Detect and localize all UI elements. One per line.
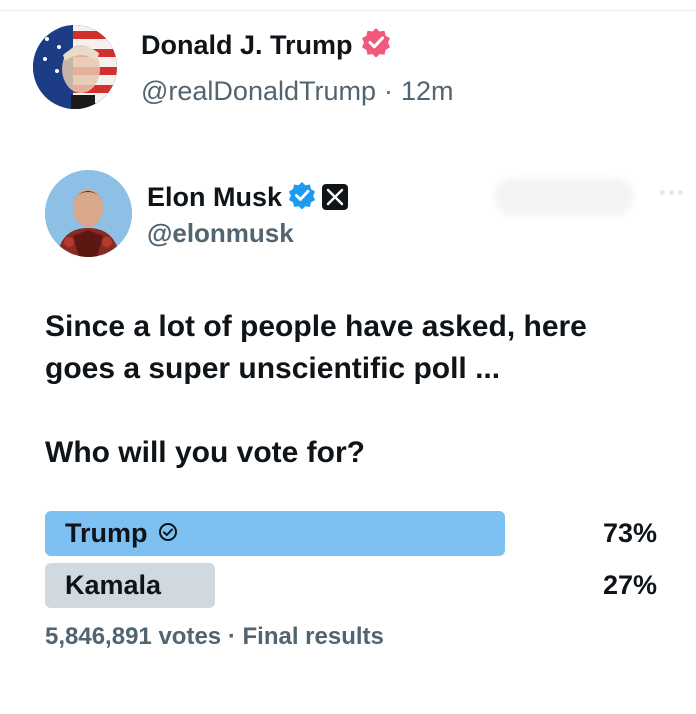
avatar[interactable] — [33, 25, 117, 109]
verified-badge-icon — [361, 27, 391, 62]
poll-option-percent: 73% — [602, 518, 657, 548]
top-divider — [0, 10, 696, 11]
avatar-image — [33, 25, 117, 109]
post-text: Since a lot of people have asked, here g… — [45, 310, 587, 385]
quoted-author-handle[interactable]: @elonmusk — [147, 217, 294, 249]
author-name[interactable]: Donald J. Trump — [141, 28, 353, 62]
poll-option-label: Trump — [65, 518, 148, 548]
outer-author-row: Donald J. Trump — [141, 27, 391, 62]
poll-option-trump[interactable]: Trump 73% — [45, 511, 657, 556]
quoted-avatar[interactable] — [45, 170, 132, 257]
separator-dot: · — [384, 76, 393, 106]
poll-footer: 5,846,891 votes · Final results — [45, 622, 384, 652]
post-time[interactable]: 12m — [401, 76, 454, 106]
poll-status: Final results — [242, 623, 384, 650]
poll-option-percent: 27% — [602, 570, 657, 600]
poll-option-label: Kamala — [65, 570, 162, 600]
poll-option-label-row: Kamala — [65, 563, 161, 608]
poll-question: Who will you vote for? — [45, 436, 365, 469]
separator-dot: · — [227, 623, 236, 650]
outer-handle-row: @realDonaldTrump · 12m — [141, 74, 454, 108]
blurred-region — [494, 178, 634, 216]
verified-badge-icon — [288, 181, 316, 214]
author-handle[interactable]: @realDonaldTrump — [141, 76, 376, 106]
vote-count: 5,846,891 votes — [45, 623, 222, 650]
quoted-author-row: Elon Musk — [147, 180, 349, 214]
more-options-icon[interactable] — [660, 190, 683, 195]
x-affiliate-icon — [322, 184, 349, 210]
poll-option-kamala[interactable]: Kamala 27% — [45, 563, 657, 608]
quoted-author-name[interactable]: Elon Musk — [147, 180, 282, 214]
quoted-avatar-image — [45, 170, 132, 257]
poll-option-label-row: Trump — [65, 511, 178, 556]
check-circle-icon — [158, 518, 178, 549]
